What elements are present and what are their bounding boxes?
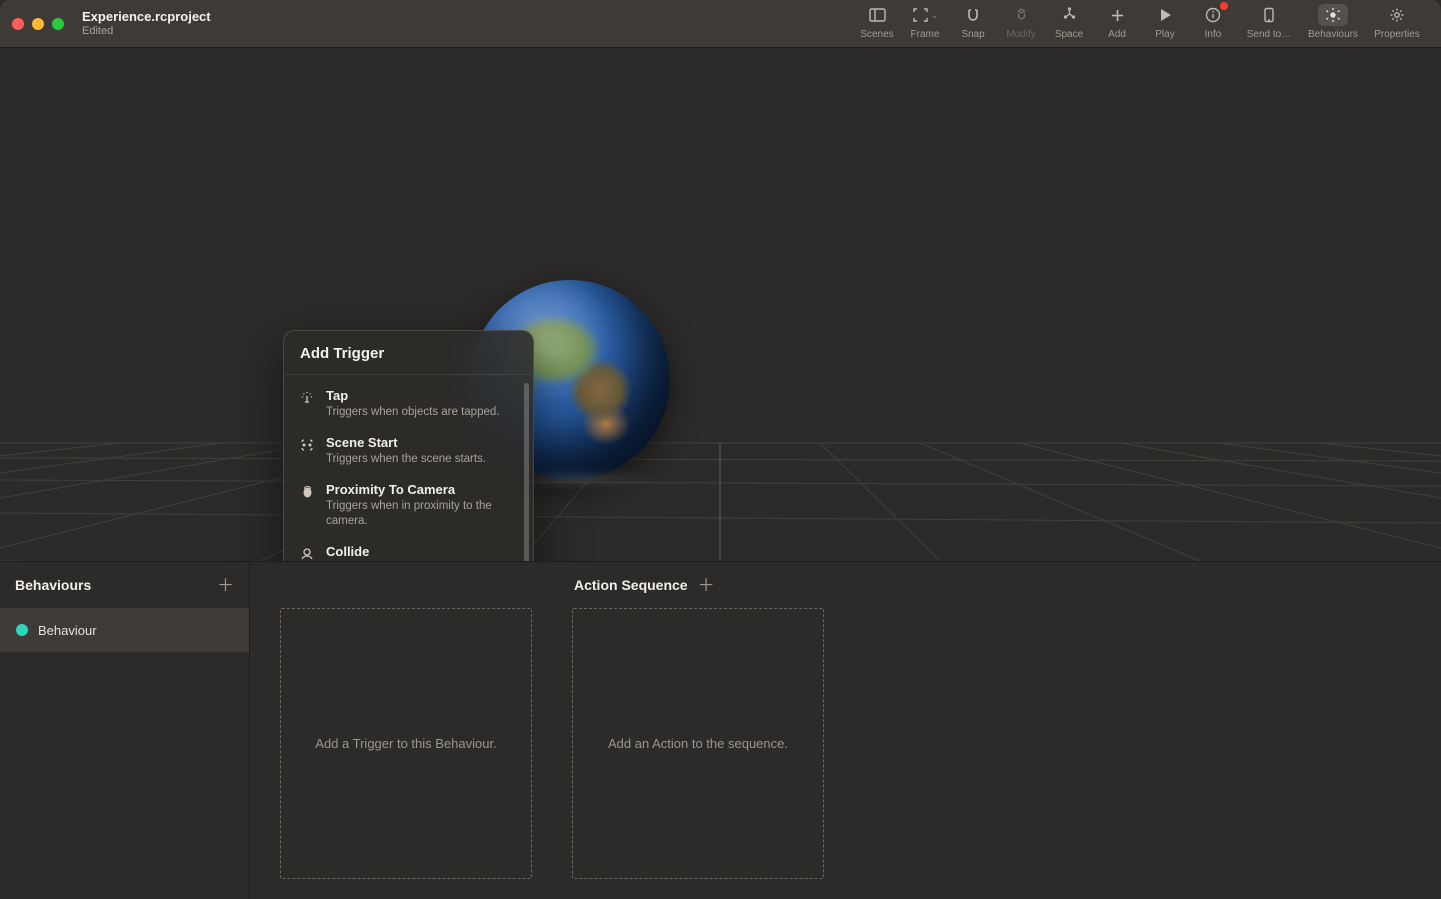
frame-icon: ⌄ — [910, 4, 940, 26]
trigger-placeholder: Add a Trigger to this Behaviour. — [305, 736, 506, 751]
trigger-desc: Triggers when objects are tapped. — [326, 405, 511, 421]
add-action-button[interactable]: ＋ — [698, 577, 715, 594]
close-window-button[interactable] — [12, 18, 24, 30]
action-header: Action Sequence ＋ — [572, 562, 824, 608]
trigger-item-proximity[interactable]: Proximity To Camera Triggers when in pro… — [292, 475, 529, 537]
popover-header: Add Trigger — [284, 331, 533, 375]
tap-icon — [298, 389, 316, 407]
modify-button[interactable]: Modify — [997, 4, 1045, 47]
properties-label: Properties — [1374, 29, 1420, 40]
behaviour-color-dot — [16, 624, 28, 636]
send-to-button[interactable]: Send to… — [1237, 4, 1301, 47]
behaviours-sidebar: Behaviours ＋ Behaviour — [0, 562, 250, 899]
info-button[interactable]: Info — [1189, 4, 1237, 47]
behaviour-list: Behaviour — [0, 608, 249, 899]
scenes-label: Scenes — [860, 29, 893, 40]
behaviour-row[interactable]: Behaviour — [0, 608, 249, 652]
properties-button[interactable]: Properties — [1365, 4, 1429, 47]
behaviour-canvas: Trigger Add a Trigger to this Behaviour.… — [250, 562, 1441, 899]
add-button[interactable]: Add — [1093, 4, 1141, 47]
trigger-title: Scene Start — [326, 435, 511, 451]
frame-label: Frame — [911, 29, 940, 40]
project-status: Edited — [82, 25, 211, 38]
ground-grid — [0, 48, 1441, 561]
popover-scrollbar[interactable] — [524, 383, 529, 561]
viewport-3d[interactable]: Add Trigger Tap Triggers when objects ar… — [0, 48, 1441, 561]
modify-icon — [1006, 4, 1036, 26]
trigger-dropzone[interactable]: Add a Trigger to this Behaviour. — [280, 608, 532, 879]
behaviours-icon — [1318, 4, 1348, 26]
behaviours-heading: Behaviours — [15, 577, 91, 593]
frame-button[interactable]: ⌄ Frame — [901, 4, 949, 47]
scene-start-icon — [298, 436, 316, 454]
snap-label: Snap — [961, 29, 984, 40]
title-block: Experience.rcproject Edited — [82, 10, 211, 38]
play-label: Play — [1155, 29, 1174, 40]
space-icon — [1054, 4, 1084, 26]
space-button[interactable]: Space — [1045, 4, 1093, 47]
modify-label: Modify — [1006, 29, 1035, 40]
trigger-item-collide[interactable]: Collide Triggers when specified objects … — [292, 537, 529, 561]
send-to-label: Send to… — [1247, 29, 1291, 40]
trigger-column: Trigger Add a Trigger to this Behaviour. — [280, 562, 532, 879]
info-badge — [1220, 2, 1228, 10]
maximize-window-button[interactable] — [52, 18, 64, 30]
play-icon — [1150, 4, 1180, 26]
popover-body: Tap Triggers when objects are tapped. Sc… — [284, 375, 533, 561]
behaviours-label: Behaviours — [1308, 29, 1358, 40]
snap-icon — [958, 4, 988, 26]
action-dropzone[interactable]: Add an Action to the sequence. — [572, 608, 824, 879]
behaviours-header: Behaviours ＋ — [0, 562, 249, 608]
trigger-header: Trigger — [280, 562, 532, 608]
popover-title: Add Trigger — [300, 345, 517, 362]
action-placeholder: Add an Action to the sequence. — [598, 736, 798, 751]
play-button[interactable]: Play — [1141, 4, 1189, 47]
properties-icon — [1382, 4, 1412, 26]
behaviours-panel: Behaviours ＋ Behaviour Trigger Add a Tri… — [0, 561, 1441, 899]
snap-button[interactable]: Snap — [949, 4, 997, 47]
collide-icon — [298, 545, 316, 561]
add-trigger-popover: Add Trigger Tap Triggers when objects ar… — [283, 330, 534, 561]
action-column: Action Sequence ＋ Add an Action to the s… — [572, 562, 824, 879]
camera-icon — [298, 483, 316, 501]
project-title: Experience.rcproject — [82, 10, 211, 25]
send-to-icon — [1254, 4, 1284, 26]
action-heading: Action Sequence — [574, 577, 688, 593]
app-window: Experience.rcproject Edited Scenes ⌄ Fra… — [0, 0, 1441, 899]
trigger-title: Proximity To Camera — [326, 482, 511, 498]
behaviours-button[interactable]: Behaviours — [1301, 4, 1365, 47]
trigger-title: Tap — [326, 388, 511, 404]
trigger-title: Collide — [326, 544, 511, 560]
window-controls — [12, 18, 64, 30]
add-icon — [1102, 4, 1132, 26]
space-label: Space — [1055, 29, 1083, 40]
behaviour-name: Behaviour — [38, 623, 97, 638]
scenes-button[interactable]: Scenes — [853, 4, 901, 47]
trigger-desc: Triggers when the scene starts. — [326, 452, 511, 468]
trigger-item-tap[interactable]: Tap Triggers when objects are tapped. — [292, 381, 529, 428]
toolbar: Scenes ⌄ Frame Snap Modify — [853, 0, 1429, 47]
info-label: Info — [1205, 29, 1222, 40]
trigger-item-scene-start[interactable]: Scene Start Triggers when the scene star… — [292, 428, 529, 475]
add-behaviour-button[interactable]: ＋ — [217, 577, 234, 594]
minimize-window-button[interactable] — [32, 18, 44, 30]
titlebar: Experience.rcproject Edited Scenes ⌄ Fra… — [0, 0, 1441, 48]
trigger-desc: Triggers when in proximity to the camera… — [326, 499, 511, 530]
add-label: Add — [1108, 29, 1126, 40]
scenes-icon — [862, 4, 892, 26]
